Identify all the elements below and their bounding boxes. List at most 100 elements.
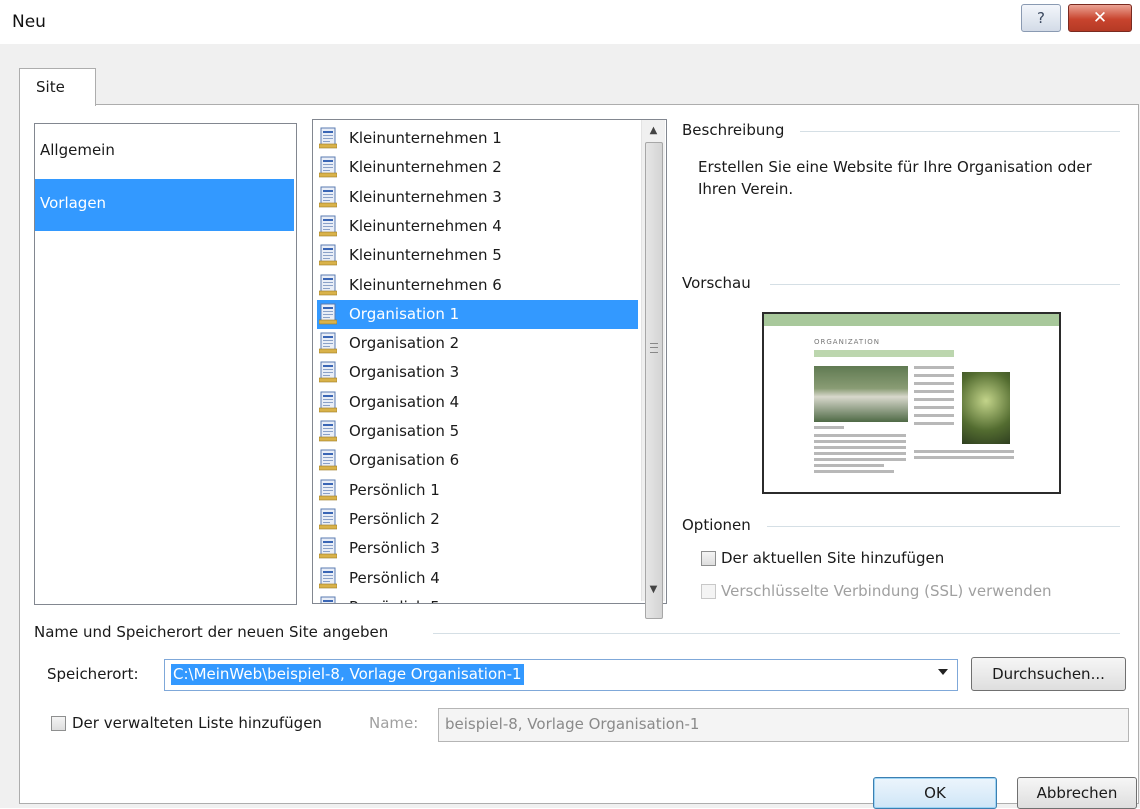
scrollbar-thumb[interactable] [645, 142, 663, 619]
browse-button[interactable]: Durchsuchen... [971, 657, 1126, 691]
preview-text-line [814, 464, 884, 467]
web-template-icon [319, 127, 337, 149]
window-title: Neu [12, 12, 46, 32]
template-list-scrollbar[interactable]: ▲ ▼ [641, 120, 665, 601]
web-template-icon [319, 508, 337, 530]
template-label: Persönlich 2 [349, 510, 440, 528]
name-field-value: beispiel-8, Vorlage Organisation-1 [445, 715, 699, 733]
close-icon: ✕ [1093, 8, 1107, 28]
template-item[interactable]: Persönlich 2 [317, 505, 638, 534]
template-item[interactable]: Kleinunternehmen 4 [317, 212, 638, 241]
web-template-icon [319, 215, 337, 237]
web-template-icon [319, 449, 337, 471]
preview-divider [770, 284, 1120, 285]
preview-text-line [814, 470, 894, 473]
template-item[interactable]: Kleinunternehmen 2 [317, 153, 638, 182]
web-template-icon [319, 567, 337, 589]
preview-logo: ORGANIZATION [814, 338, 880, 346]
category-list[interactable]: Allgemein Vorlagen [34, 123, 297, 605]
scroll-down-icon[interactable]: ▼ [642, 579, 665, 601]
category-label: Allgemein [40, 141, 115, 159]
preview-text-line [814, 434, 906, 437]
managed-list-checkbox[interactable] [51, 716, 66, 731]
add-to-site-label[interactable]: Der aktuellen Site hinzufügen [721, 549, 944, 567]
template-item[interactable]: Kleinunternehmen 5 [317, 241, 638, 270]
preview-text-line [814, 458, 906, 461]
category-item-allgemein[interactable]: Allgemein [35, 126, 294, 178]
preview-text-line [814, 440, 906, 443]
template-label: Organisation 5 [349, 422, 459, 440]
location-value[interactable]: C:\MeinWeb\beispiel-8, Vorlage Organisat… [171, 664, 524, 685]
template-label: Kleinunternehmen 4 [349, 217, 502, 235]
description-header: Beschreibung [682, 121, 784, 139]
web-template-icon [319, 303, 337, 325]
preview-text-line [914, 390, 954, 393]
location-label: Speicherort: [47, 665, 139, 683]
template-item[interactable]: Kleinunternehmen 6 [317, 271, 638, 300]
web-template-icon [319, 479, 337, 501]
template-item[interactable]: Persönlich 1 [317, 476, 638, 505]
preview-text-line [914, 374, 954, 377]
template-item[interactable]: Kleinunternehmen 1 [317, 124, 638, 153]
description-divider [800, 131, 1120, 132]
scroll-up-icon[interactable]: ▲ [642, 120, 665, 142]
title-bar [0, 0, 1140, 44]
template-item[interactable]: Persönlich 3 [317, 534, 638, 563]
preview-text-line [914, 398, 954, 401]
web-template-icon [319, 537, 337, 559]
template-label: Organisation 3 [349, 363, 459, 381]
template-item[interactable]: Persönlich 5 [317, 593, 638, 604]
preview-garden-photo [962, 372, 1010, 444]
template-list[interactable]: Kleinunternehmen 1 Kleinunternehmen 2 Klei… [312, 119, 667, 604]
preview-text-line [814, 446, 906, 449]
description-text: Erstellen Sie eine Website für Ihre Orga… [698, 156, 1118, 200]
name-field[interactable]: beispiel-8, Vorlage Organisation-1 [438, 708, 1129, 742]
template-label: Kleinunternehmen 1 [349, 129, 502, 147]
template-item[interactable]: Organisation 1 [317, 300, 638, 329]
tab-site[interactable]: Site [19, 68, 96, 106]
managed-list-label[interactable]: Der verwalteten Liste hinzufügen [72, 714, 322, 732]
cancel-button[interactable]: Abbrechen [1017, 777, 1137, 809]
preview-heading [814, 426, 844, 429]
category-item-vorlagen[interactable]: Vorlagen [35, 179, 294, 231]
template-item[interactable]: Kleinunternehmen 3 [317, 183, 638, 212]
preview-banner [764, 314, 1059, 326]
template-item[interactable]: Organisation 6 [317, 446, 638, 475]
web-template-icon [319, 332, 337, 354]
template-item[interactable]: Organisation 3 [317, 358, 638, 387]
web-template-icon [319, 596, 337, 604]
ok-button[interactable]: OK [873, 777, 997, 809]
chevron-down-icon[interactable] [938, 669, 948, 675]
web-template-icon [319, 361, 337, 383]
template-item[interactable]: Organisation 5 [317, 417, 638, 446]
preview-text-line [914, 414, 954, 417]
tab-site-label: Site [36, 78, 65, 96]
name-label: Name: [369, 714, 418, 732]
template-label: Organisation 4 [349, 393, 459, 411]
template-label: Organisation 1 [349, 305, 459, 323]
web-template-icon [319, 391, 337, 413]
preview-text-line [914, 422, 954, 425]
template-label: Persönlich 1 [349, 481, 440, 499]
web-template-icon [319, 244, 337, 266]
help-button[interactable]: ? [1021, 4, 1061, 32]
template-label: Persönlich 5 [349, 598, 440, 604]
preview-text-line [914, 366, 954, 369]
add-to-site-checkbox[interactable] [701, 551, 716, 566]
web-template-icon [319, 156, 337, 178]
preview-nav [814, 350, 954, 357]
template-label: Kleinunternehmen 6 [349, 276, 502, 294]
location-combobox[interactable]: C:\MeinWeb\beispiel-8, Vorlage Organisat… [164, 659, 958, 691]
web-template-icon [319, 420, 337, 442]
template-item[interactable]: Persönlich 4 [317, 564, 638, 593]
grip-icon [650, 343, 658, 353]
location-divider [433, 633, 1120, 634]
template-label: Persönlich 4 [349, 569, 440, 587]
close-button[interactable]: ✕ [1068, 4, 1132, 32]
template-label: Kleinunternehmen 2 [349, 158, 502, 176]
template-label: Organisation 6 [349, 451, 459, 469]
category-label: Vorlagen [40, 194, 106, 212]
ssl-checkbox[interactable] [701, 584, 716, 599]
template-item[interactable]: Organisation 4 [317, 388, 638, 417]
template-item[interactable]: Organisation 2 [317, 329, 638, 358]
